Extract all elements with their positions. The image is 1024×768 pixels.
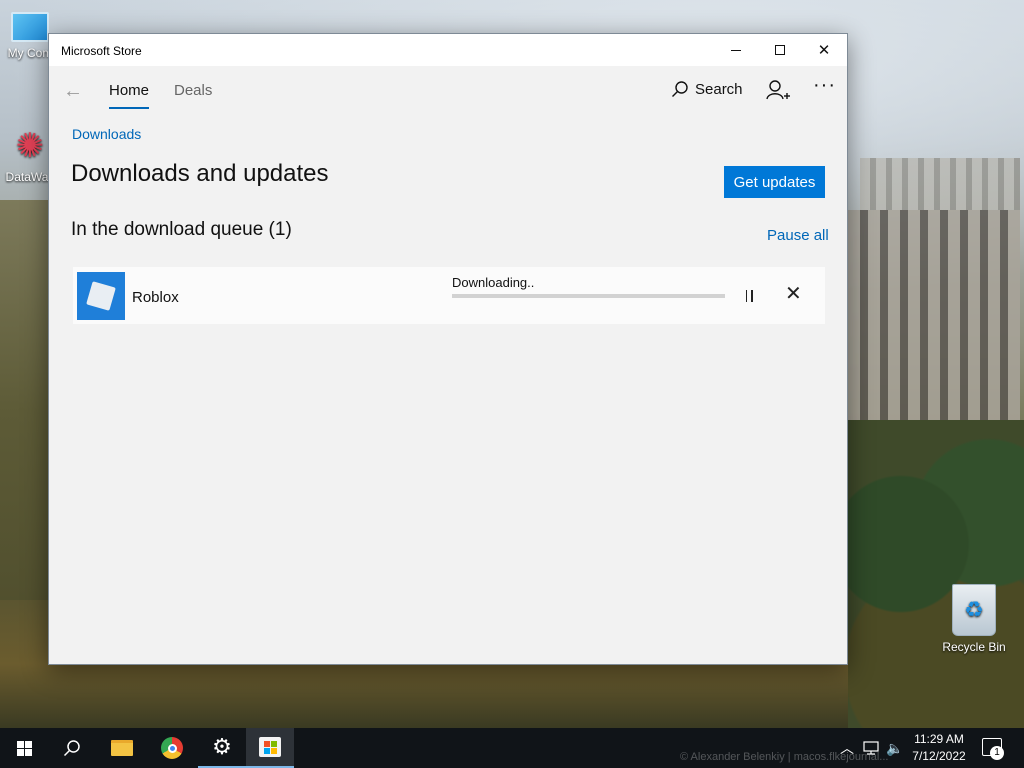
- user-add-icon: [766, 80, 790, 100]
- speaker-icon: 🔈: [886, 739, 904, 756]
- wallpaper-watermark: © Alexander Belenkiy | macos.flkejournal…: [680, 751, 889, 763]
- microsoft-store-icon: [259, 737, 281, 757]
- search-label: Search: [695, 80, 743, 98]
- taskbar-file-explorer[interactable]: [98, 728, 146, 768]
- title-bar[interactable]: Microsoft Store ✕: [49, 34, 847, 66]
- queue-heading: In the download queue (1): [71, 219, 292, 240]
- page-title: Downloads and updates: [71, 160, 329, 187]
- more-options-button[interactable]: ···: [813, 74, 836, 97]
- datawac-icon: ✺: [15, 127, 45, 165]
- app-name: Roblox: [132, 289, 179, 306]
- pause-icon: [745, 290, 747, 302]
- breadcrumb[interactable]: Downloads: [72, 126, 141, 142]
- minimize-button[interactable]: [713, 34, 759, 66]
- back-arrow-icon: ←: [63, 80, 83, 102]
- maximize-icon: [775, 45, 785, 55]
- gear-icon: ⚙: [212, 734, 232, 759]
- download-status: Downloading..: [452, 275, 535, 290]
- tab-home[interactable]: Home: [109, 82, 150, 109]
- download-item[interactable]: Roblox Downloading.. ✕: [73, 267, 825, 324]
- cancel-download-button[interactable]: ✕: [785, 282, 802, 306]
- close-icon: ✕: [817, 42, 831, 59]
- pause-download-button[interactable]: [737, 284, 761, 308]
- close-button[interactable]: ✕: [801, 34, 847, 66]
- taskbar-settings[interactable]: ⚙: [198, 728, 246, 768]
- get-updates-button[interactable]: Get updates: [724, 166, 825, 198]
- close-icon: ✕: [785, 283, 802, 305]
- taskbar-search-button[interactable]: [48, 728, 96, 768]
- desktop-icon-label: My Com: [7, 46, 53, 60]
- search-icon: [672, 81, 688, 97]
- computer-icon: [11, 12, 49, 42]
- wallpaper-trees: [848, 420, 1024, 730]
- taskbar-chrome[interactable]: [148, 728, 196, 768]
- roblox-app-icon: [77, 272, 125, 320]
- minimize-icon: [731, 49, 741, 51]
- wallpaper-building-far: [860, 158, 1020, 210]
- recycle-bin-icon: ♻: [952, 584, 996, 636]
- desktop-icon-label: Recycle Bin: [942, 640, 1006, 654]
- microsoft-store-window: Microsoft Store ✕ ← Home Deals Search ··…: [48, 33, 848, 665]
- windows-logo-icon: [16, 740, 32, 756]
- pause-icon: [751, 290, 753, 302]
- download-progress-bar: [452, 294, 725, 298]
- window-title: Microsoft Store: [61, 44, 142, 58]
- search-icon: [63, 740, 80, 757]
- top-navigation: ← Home Deals Search ···: [49, 66, 847, 116]
- taskbar-microsoft-store[interactable]: [246, 728, 294, 768]
- pause-all-button[interactable]: Pause all: [767, 227, 829, 244]
- desktop-icon-recycle-bin[interactable]: ♻ Recycle Bin: [936, 584, 1012, 654]
- clock[interactable]: 11:29 AM 7/12/2022: [906, 731, 972, 765]
- maximize-button[interactable]: [757, 34, 803, 66]
- start-button[interactable]: [0, 728, 48, 768]
- back-button[interactable]: ←: [63, 80, 83, 103]
- clock-time: 11:29 AM: [914, 732, 964, 746]
- wallpaper-building: [848, 210, 1020, 440]
- clock-date: 7/12/2022: [912, 749, 966, 763]
- notification-badge: 1: [990, 746, 1004, 760]
- tab-deals[interactable]: Deals: [174, 82, 212, 99]
- folder-icon: [111, 740, 133, 756]
- account-button[interactable]: [765, 78, 791, 104]
- search-button[interactable]: Search: [671, 80, 743, 98]
- chrome-icon: [161, 737, 183, 759]
